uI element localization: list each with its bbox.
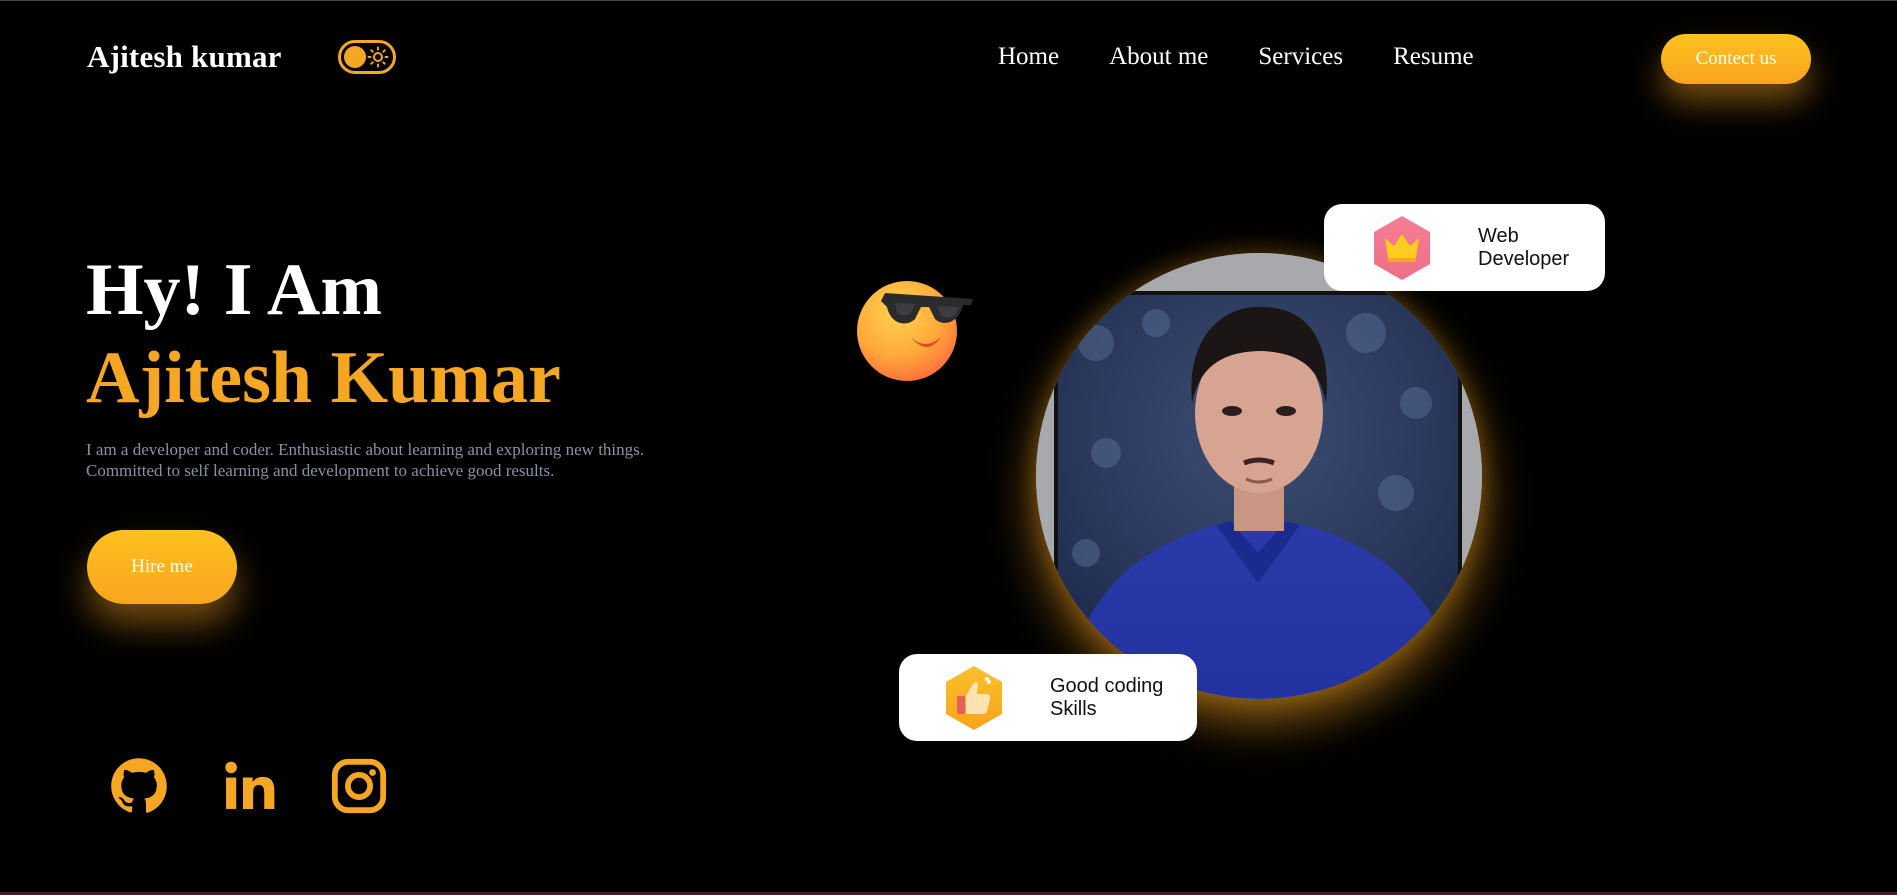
- crown-icon: [1374, 215, 1430, 280]
- good-coding-card-line-2: Skills: [1050, 697, 1097, 720]
- linkedin-icon[interactable]: [220, 757, 278, 815]
- good-coding-card: Good coding Skills: [899, 654, 1197, 741]
- profile-photo-image: [1036, 253, 1482, 699]
- social-links: [110, 757, 388, 815]
- hero-name: Ajitesh Kumar: [86, 337, 561, 419]
- brand-logo[interactable]: Ajitesh kumar: [87, 39, 282, 75]
- nav-services[interactable]: Services: [1258, 43, 1343, 71]
- nav-resume[interactable]: Resume: [1393, 43, 1474, 71]
- nav-home[interactable]: Home: [998, 43, 1059, 71]
- web-developer-card-text: Web Developer: [1478, 225, 1569, 271]
- toggle-knob: [344, 46, 366, 68]
- hero-intro: Hy! I Am: [86, 249, 382, 331]
- sun-icon: [367, 46, 389, 68]
- hero-description-line-2: Committed to self learning and developme…: [86, 461, 555, 480]
- good-coding-card-text: Good coding Skills: [1050, 675, 1163, 721]
- main-nav: Home About me Services Resume: [998, 43, 1474, 71]
- hire-me-button[interactable]: Hire me: [87, 530, 237, 604]
- web-developer-card-line-2: Developer: [1478, 247, 1570, 270]
- web-developer-card-line-1: Web: [1478, 224, 1519, 247]
- good-coding-card-line-1: Good coding: [1050, 674, 1164, 697]
- hero-description-line-1: I am a developer and coder. Enthusiastic…: [86, 440, 645, 459]
- sunglasses-emoji-icon: [857, 281, 973, 381]
- contact-us-button[interactable]: Contect us: [1661, 34, 1811, 84]
- theme-toggle[interactable]: [338, 40, 396, 74]
- nav-about-me[interactable]: About me: [1109, 43, 1208, 71]
- web-developer-card: Web Developer: [1324, 204, 1605, 291]
- github-icon[interactable]: [110, 757, 168, 815]
- profile-photo: [1036, 253, 1482, 699]
- thumbs-up-icon: [946, 665, 1002, 730]
- hero-description: I am a developer and coder. Enthusiastic…: [86, 439, 706, 481]
- instagram-icon[interactable]: [330, 757, 388, 815]
